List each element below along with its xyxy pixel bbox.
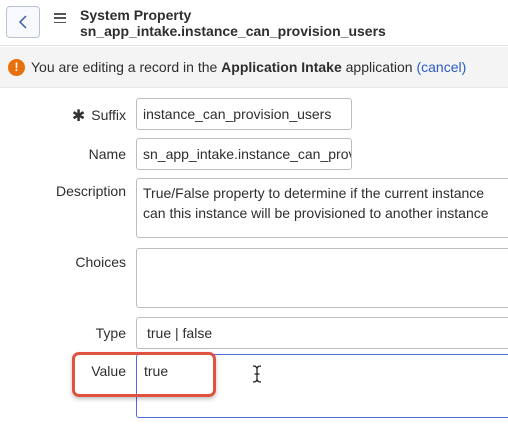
banner-message: You are editing a record in the Applicat… xyxy=(31,59,466,75)
text-cursor-icon xyxy=(252,365,262,383)
value-highlight-box xyxy=(72,352,216,397)
choices-textarea[interactable] xyxy=(136,248,508,308)
record-name: sn_app_intake.instance_can_provision_use… xyxy=(80,23,386,39)
back-button[interactable] xyxy=(6,6,40,38)
type-label: Type xyxy=(95,325,126,341)
name-input[interactable]: sn_app_intake.instance_can_provi xyxy=(136,138,352,170)
cancel-link[interactable]: (cancel) xyxy=(416,59,466,75)
form-header: System Property sn_app_intake.instance_c… xyxy=(0,0,508,46)
page-title: System Property xyxy=(80,7,192,23)
edit-warning-banner: ! You are editing a record in the Applic… xyxy=(0,47,508,88)
description-textarea[interactable]: True/False property to determine if the … xyxy=(136,178,508,238)
type-select[interactable]: true | false xyxy=(136,317,508,349)
suffix-label: ✱ Suffix xyxy=(72,106,126,126)
title-block: System Property sn_app_intake.instance_c… xyxy=(80,7,386,39)
choices-label: Choices xyxy=(75,254,126,270)
description-label: Description xyxy=(55,183,126,199)
suffix-label-text: Suffix xyxy=(91,107,126,123)
banner-app-name: Application Intake xyxy=(221,59,342,75)
hamburger-menu-icon[interactable] xyxy=(54,13,66,23)
banner-text-suffix: application xyxy=(345,59,413,75)
name-label: Name xyxy=(88,146,126,162)
banner-text-prefix: You are editing a record in the xyxy=(31,59,218,75)
suffix-input[interactable]: instance_can_provision_users xyxy=(136,98,352,130)
required-icon: ✱ xyxy=(71,108,86,125)
warning-icon: ! xyxy=(8,58,25,76)
chevron-left-icon xyxy=(18,15,27,29)
